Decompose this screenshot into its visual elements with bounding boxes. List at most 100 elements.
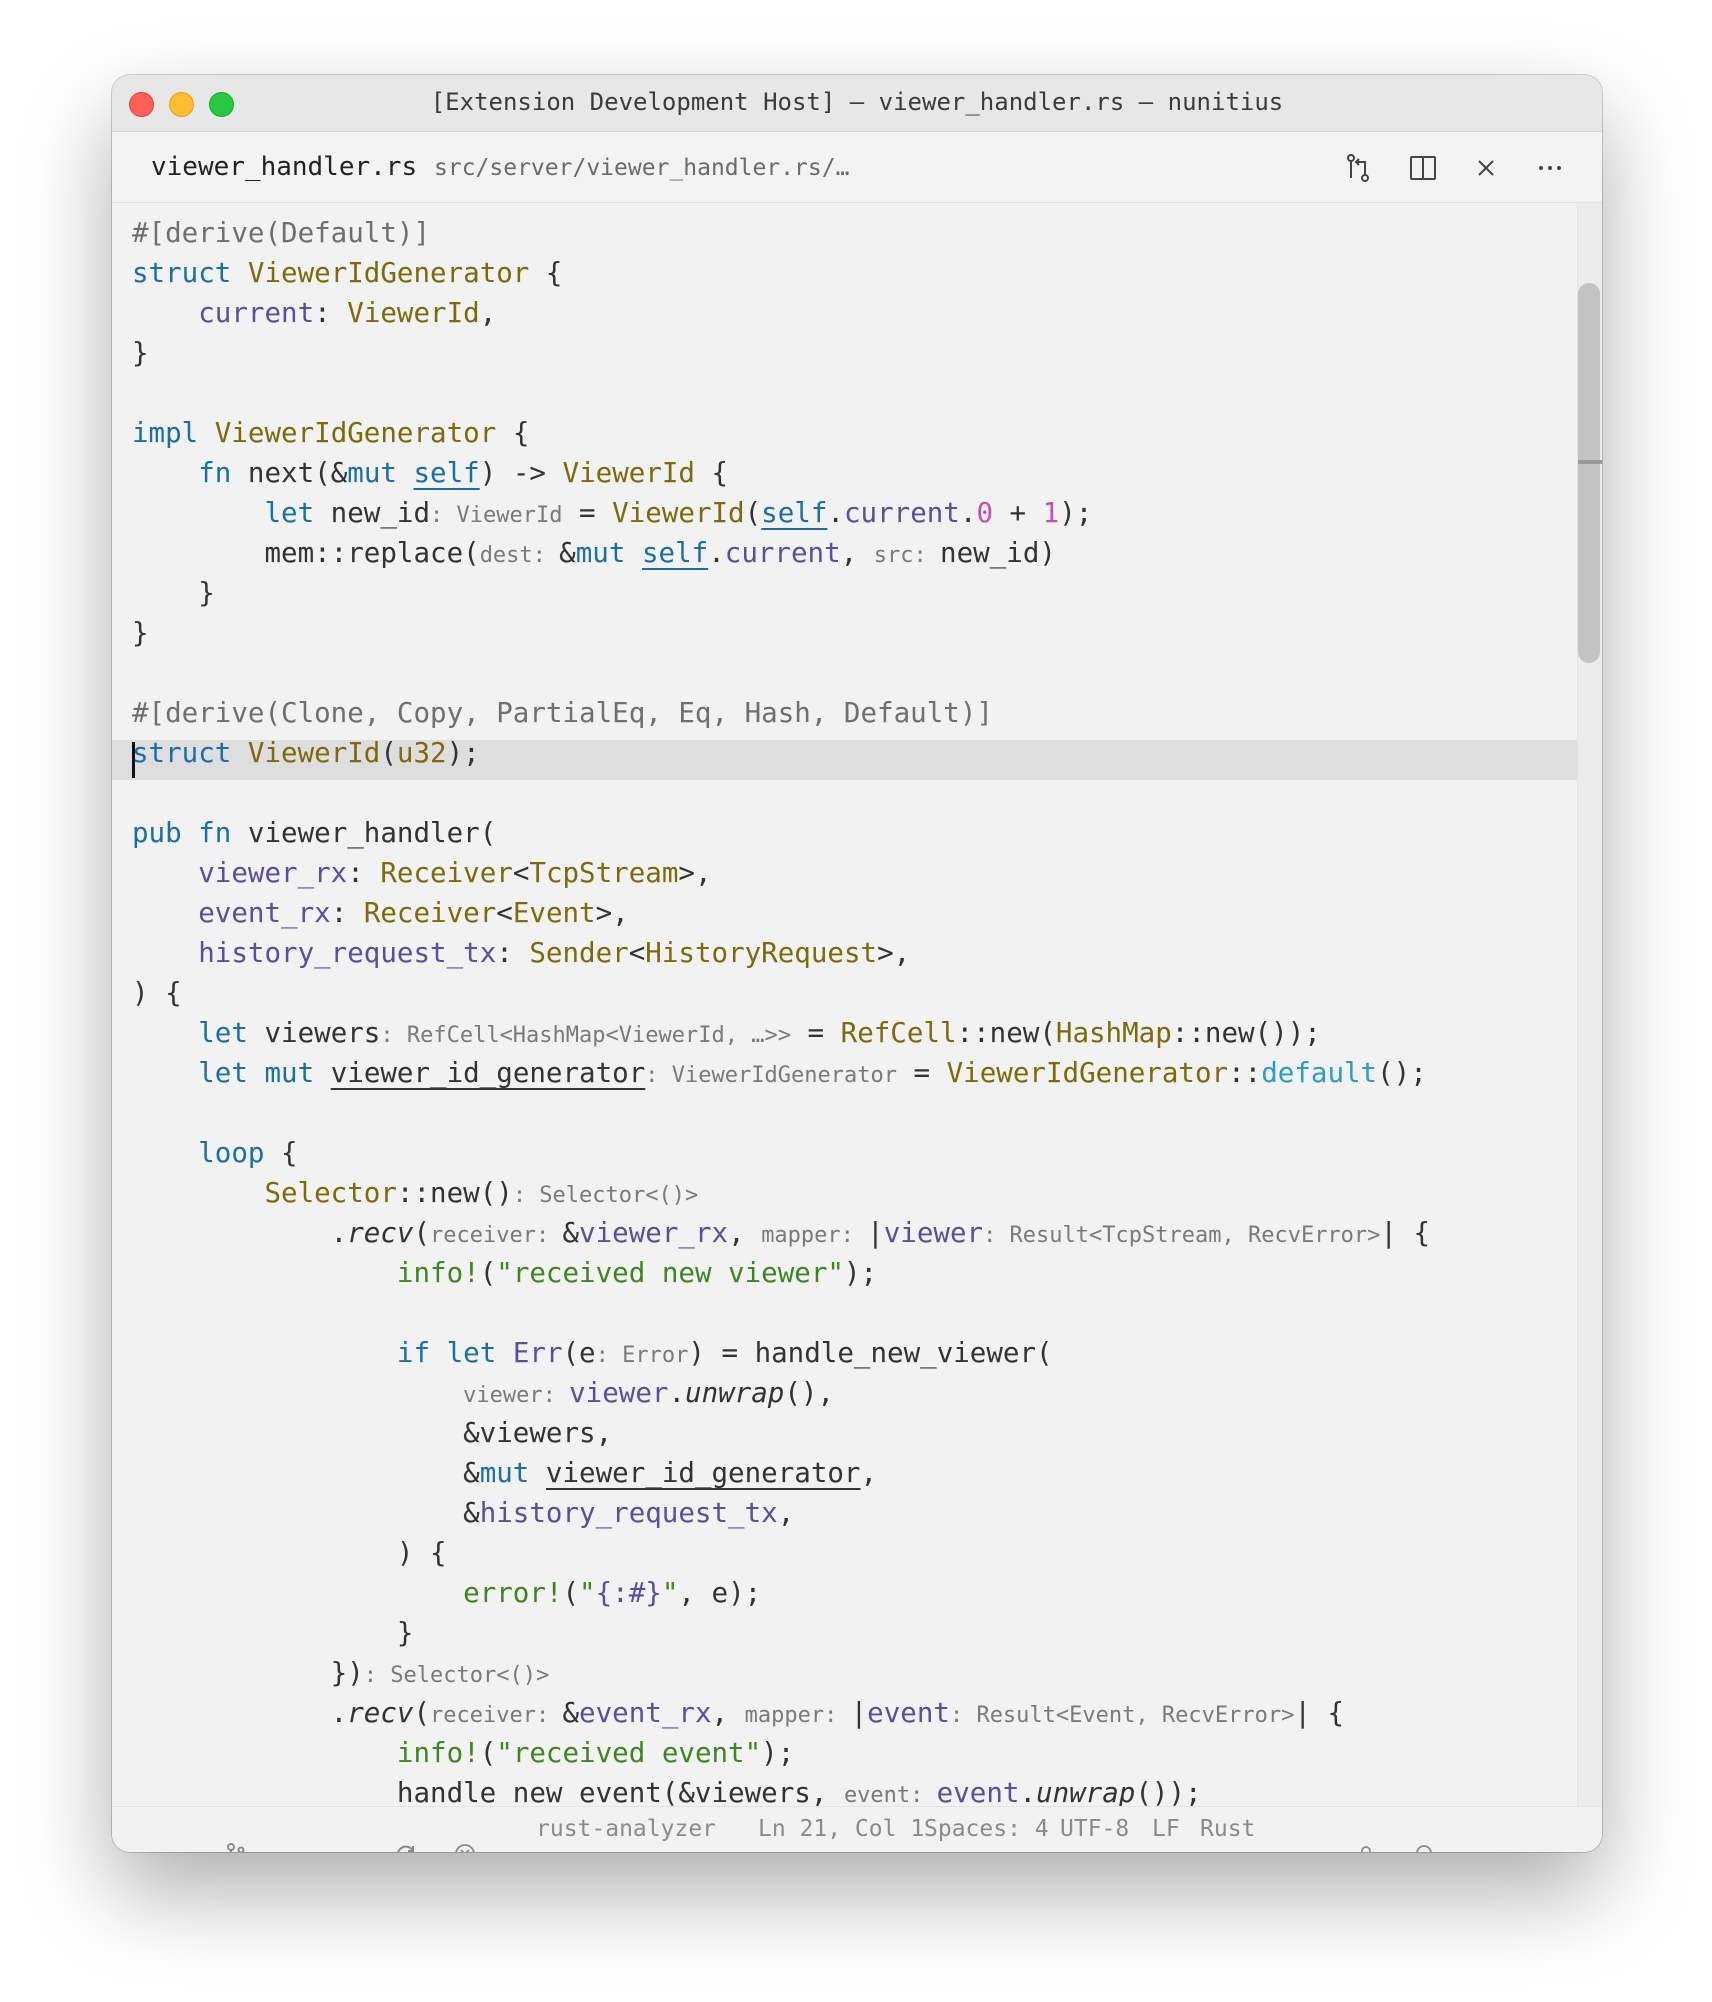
- code-line[interactable]: mem::replace(dest: &mut self.current, sr…: [132, 533, 1056, 573]
- code-token: {:#}: [595, 1577, 662, 1609]
- code-line[interactable]: Selector::new(): Selector<()>: [132, 1173, 698, 1213]
- code-line[interactable]: &viewers,: [132, 1413, 612, 1453]
- code-token: loop: [198, 1137, 265, 1169]
- code-line[interactable]: let viewers: RefCell<HashMap<ViewerId, ……: [132, 1013, 1321, 1053]
- code-token: ": [579, 1577, 596, 1609]
- code-token: fn: [198, 817, 232, 849]
- code-token: let: [446, 1337, 497, 1369]
- code-line[interactable]: info!("received new viewer");: [132, 1253, 877, 1293]
- code-token: ) = handle_new_viewer(: [688, 1337, 1053, 1369]
- code-line[interactable]: history_request_tx: Sender<HistoryReques…: [132, 933, 910, 973]
- tab-file-name[interactable]: viewer_handler.rs: [151, 152, 417, 182]
- code-line[interactable]: viewer_rx: Receiver<TcpStream>,: [132, 853, 711, 893]
- scrollbar-cursor-marker: [1578, 460, 1602, 464]
- code-token: current: [724, 537, 841, 569]
- code-token: ,: [777, 1497, 795, 1529]
- code-token: :: [330, 897, 364, 929]
- scrollbar-thumb[interactable]: [1578, 283, 1600, 663]
- code-line[interactable]: impl ViewerIdGenerator {: [132, 413, 529, 453]
- code-token: &: [132, 1497, 480, 1529]
- code-line[interactable]: let mut viewer_id_generator: ViewerIdGen…: [132, 1053, 1427, 1093]
- code-token: : ViewerIdGenerator: [645, 1063, 897, 1088]
- code-line[interactable]: error!("{:#}", e);: [132, 1573, 761, 1613]
- vertical-scrollbar[interactable]: [1577, 203, 1602, 1807]
- code-token: unwrap: [1036, 1777, 1136, 1807]
- code-line[interactable]: &history_request_tx,: [132, 1493, 794, 1533]
- cursor-position-status[interactable]: Ln 21, Col 1: [758, 1816, 924, 1842]
- code-line[interactable]: }: [132, 333, 149, 373]
- close-icon[interactable]: [1468, 150, 1504, 186]
- language-mode-status[interactable]: Rust: [1200, 1816, 1255, 1842]
- code-line[interactable]: struct ViewerId(u32);: [132, 733, 480, 773]
- code-line[interactable]: }: [132, 573, 215, 613]
- code-token: }): [132, 1657, 364, 1689]
- code-line[interactable]: if let Err(e: Error) = handle_new_viewer…: [132, 1333, 1053, 1373]
- code-line[interactable]: .recv(receiver: &viewer_rx, mapper: |vie…: [132, 1213, 1430, 1253]
- code-line[interactable]: &mut viewer_id_generator,: [132, 1453, 877, 1493]
- code-line[interactable]: ) {: [132, 973, 182, 1013]
- code-line[interactable]: fn next(&mut self) -> ViewerId {: [132, 453, 728, 493]
- encoding-status[interactable]: UTF-8: [1060, 1816, 1129, 1842]
- code-line[interactable]: viewer: viewer.unwrap(),: [132, 1373, 834, 1413]
- code-token: default: [1261, 1057, 1378, 1089]
- code-line[interactable]: ) {: [132, 1533, 447, 1573]
- code-line[interactable]: event_rx: Receiver<Event>,: [132, 893, 629, 933]
- code-token: mem::replace(: [132, 537, 480, 569]
- code-line[interactable]: }: [132, 1613, 414, 1653]
- code-token: : Result<Event, RecvError>: [949, 1703, 1295, 1728]
- code-line[interactable]: struct ViewerIdGenerator {: [132, 253, 563, 293]
- code-token: let: [198, 1057, 248, 1089]
- code-line[interactable]: #[derive(Default)]: [132, 213, 430, 253]
- code-token: : RefCell<HashMap<ViewerId, …>>: [380, 1023, 791, 1048]
- code-line[interactable]: info!("received event");: [132, 1733, 794, 1773]
- language-server-status[interactable]: rust-analyzer: [536, 1816, 716, 1842]
- code-token: &: [132, 1457, 480, 1489]
- code-token: ,: [711, 1697, 745, 1729]
- code-token: : Selector<()>: [512, 1183, 699, 1208]
- code-line[interactable]: }): Selector<()>: [132, 1653, 550, 1693]
- notifications-bell-icon[interactable]: [1328, 1816, 1437, 1852]
- problems-status[interactable]: 0 0: [370, 1816, 477, 1852]
- indentation-status[interactable]: Spaces: 4: [924, 1816, 1049, 1842]
- code-line[interactable]: pub fn viewer_handler(: [132, 813, 496, 853]
- code-line[interactable]: handle_new_event(&viewers, event: event.…: [132, 1773, 1202, 1807]
- code-token: ::new(): [396, 1177, 513, 1209]
- code-token: ViewerIdGenerator: [946, 1057, 1229, 1089]
- eol-status[interactable]: LF: [1152, 1816, 1180, 1842]
- code-token: viewer: [569, 1377, 669, 1409]
- code-token: self: [761, 497, 828, 529]
- code-line[interactable]: current: ViewerId,: [132, 293, 496, 333]
- code-token: viewer_handler(: [231, 817, 497, 849]
- code-line[interactable]: let new_id: ViewerId = ViewerId(self.cur…: [132, 493, 1092, 533]
- code-token: new_id: [314, 497, 431, 529]
- code-token: error!: [463, 1577, 563, 1609]
- title-bar: [Extension Development Host] — viewer_ha…: [112, 75, 1602, 132]
- code-line[interactable]: }: [132, 613, 149, 653]
- code-editor[interactable]: #[derive(Default)] struct ViewerIdGenerat…: [112, 203, 1602, 1807]
- code-token: >,: [595, 897, 629, 929]
- code-token: &: [562, 1217, 580, 1249]
- branch-status[interactable]: master: [142, 1816, 308, 1852]
- git-branch-icon: [225, 1842, 247, 1852]
- code-token: ViewerId: [612, 497, 745, 529]
- code-line[interactable]: .recv(receiver: &event_rx, mapper: |even…: [132, 1693, 1344, 1733]
- code-line[interactable]: loop {: [132, 1133, 297, 1173]
- more-actions-icon[interactable]: [1532, 150, 1568, 186]
- split-editor-icon[interactable]: [1405, 150, 1441, 186]
- status-bar: master 0 0 rust-analyzer Ln 21, Col 1 Sp…: [112, 1806, 1602, 1852]
- code-token: u32: [396, 737, 447, 769]
- code-token: "received new viewer": [496, 1257, 844, 1289]
- code-token: self: [641, 537, 709, 569]
- code-line[interactable]: #[derive(Clone, Copy, PartialEq, Eq, Has…: [132, 693, 993, 733]
- git-compare-icon[interactable]: [1340, 150, 1376, 186]
- code-token: :: [314, 297, 348, 329]
- code-token: ,: [860, 1457, 878, 1489]
- code-token: ViewerId: [562, 457, 695, 489]
